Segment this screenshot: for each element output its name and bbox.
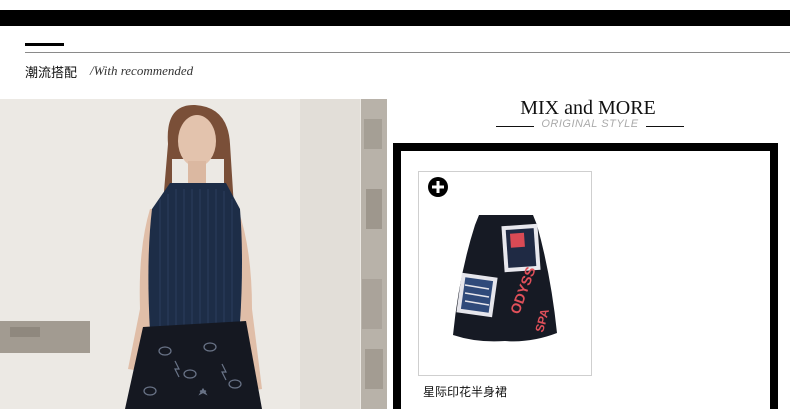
section-title-cn: 潮流搭配 xyxy=(25,65,78,80)
section-divider xyxy=(25,52,790,53)
model-photo xyxy=(0,99,387,409)
mix-title: MIX and MORE xyxy=(520,97,656,119)
plus-circle-icon[interactable] xyxy=(428,177,448,197)
original-style-subtitle: ORIGINAL STYLE xyxy=(496,118,684,134)
section-accent-line xyxy=(25,43,64,46)
product-name[interactable]: 星际印花半身裙 xyxy=(423,383,507,400)
skirt-image[interactable]: ODYSS SPA xyxy=(451,215,559,345)
section-title-en: /With recommended xyxy=(90,63,194,78)
top-black-bar xyxy=(0,10,790,26)
subtitle-text: ORIGINAL STYLE xyxy=(541,118,639,130)
subtitle-line-right xyxy=(646,126,684,127)
